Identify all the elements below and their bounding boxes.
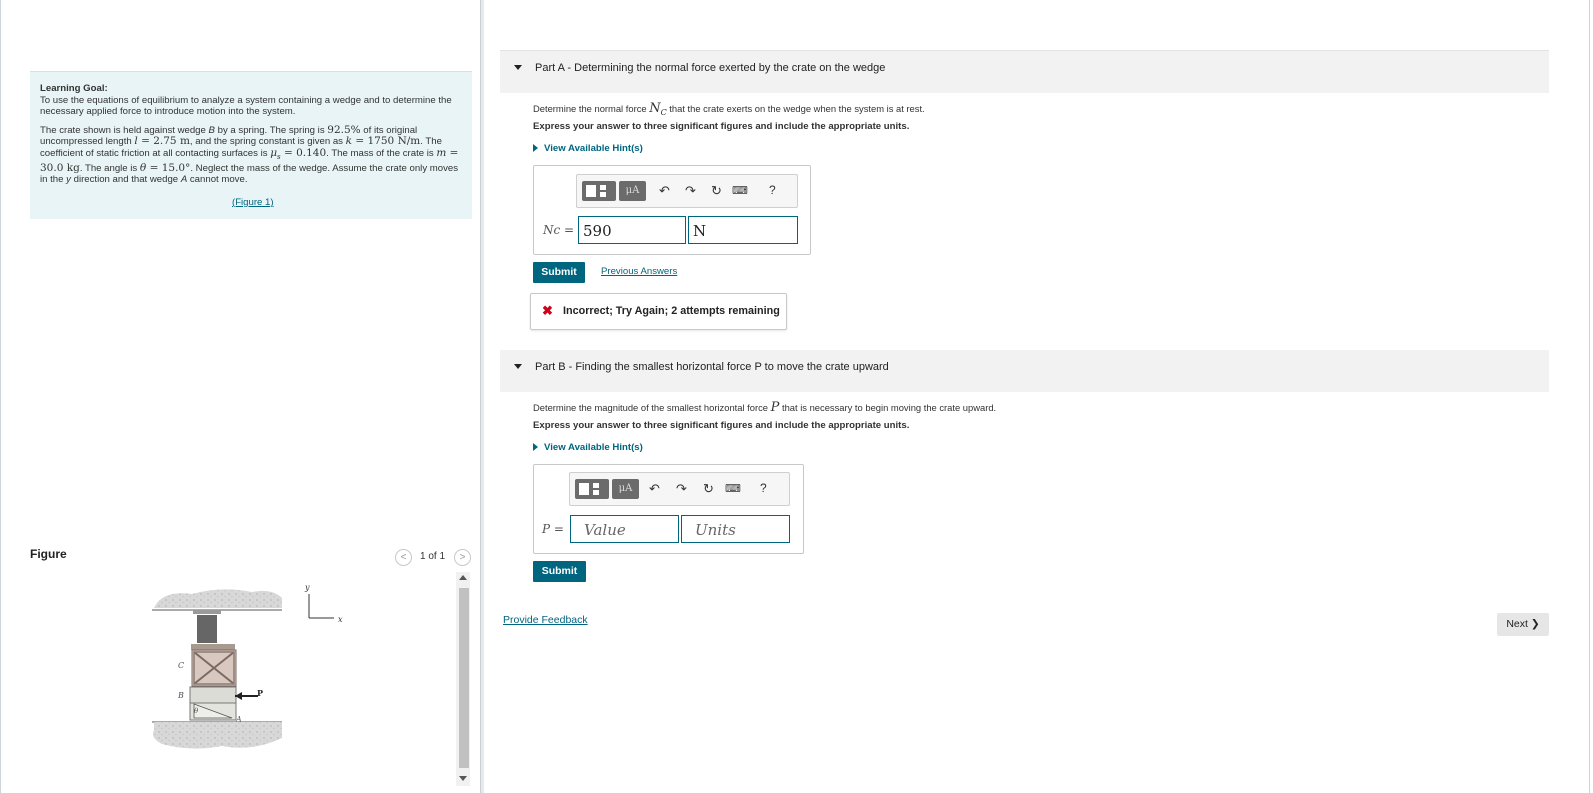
reset-icon[interactable]: ↻ [703, 481, 714, 497]
part-b-hints-link[interactable]: View Available Hint(s) [533, 442, 643, 453]
axis-y-label: y [304, 583, 310, 592]
figure-link[interactable]: (Figure 1) [232, 197, 274, 208]
templates-icon[interactable] [582, 181, 616, 201]
error-x-icon: ✖ [542, 303, 553, 318]
units-mu-icon[interactable]: μA [612, 479, 639, 499]
part-b-math-toolbar: μA ↶ ↷ ↻ ⌨ ? [569, 472, 790, 506]
units-mu-icon[interactable]: μA [619, 181, 646, 201]
part-b-title: Part B - Finding the smallest horizontal… [535, 361, 889, 373]
chevron-left-icon: < [400, 552, 407, 563]
part-a-units-input[interactable]: N [688, 216, 798, 244]
learning-goal-title: Learning Goal: [40, 83, 108, 94]
keyboard-icon[interactable]: ⌨ [725, 482, 741, 495]
templates-icon[interactable] [575, 479, 609, 499]
provide-feedback-link[interactable]: Provide Feedback [503, 614, 588, 626]
part-b-submit-button[interactable]: Submit [533, 561, 586, 582]
next-button[interactable]: Next ❯ [1497, 613, 1549, 636]
redo-icon[interactable]: ↷ [676, 481, 687, 497]
figure-pager: 1 of 1 [420, 551, 446, 562]
part-a-math-toolbar: μA ↶ ↷ ↻ ⌨ ? [576, 174, 798, 208]
collapse-caret-icon[interactable] [514, 364, 522, 369]
scroll-up-arrow[interactable] [459, 575, 467, 580]
learning-goal-text: To use the equations of equilibrium to a… [40, 94, 452, 118]
pane-divider[interactable] [480, 0, 484, 793]
collapse-caret-icon[interactable] [514, 65, 522, 70]
part-a-instruction: Express your answer to three significant… [533, 121, 910, 132]
part-b-units-input[interactable]: Units [681, 515, 790, 543]
problem-statement: The crate shown is held against wedge B … [40, 123, 459, 186]
axis-x-label: x [338, 615, 343, 624]
part-a-hints-link[interactable]: View Available Hint(s) [533, 143, 643, 154]
previous-answers-link[interactable]: Previous Answers [601, 266, 677, 277]
undo-icon[interactable]: ↶ [649, 481, 660, 497]
part-b-value-input[interactable]: Value [570, 515, 679, 543]
part-a-question: Determine the normal force NC that the c… [533, 101, 925, 117]
label-b: B [177, 691, 184, 700]
spring [197, 615, 217, 643]
figure-label: Figure [30, 547, 67, 561]
scrollbar-thumb[interactable] [459, 588, 469, 768]
next-figure-button[interactable]: > [454, 549, 471, 566]
part-a-submit-button[interactable]: Submit [533, 262, 585, 283]
label-a: A [235, 715, 242, 724]
help-icon[interactable]: ? [760, 481, 767, 495]
wedge-b [189, 686, 237, 704]
help-icon[interactable]: ? [769, 183, 776, 197]
floor-ground [153, 722, 282, 749]
keyboard-icon[interactable]: ⌨ [732, 184, 748, 197]
wedge-crate-figure: y x C B P A θ [152, 583, 343, 749]
part-a-variable-label: Nc = [543, 223, 575, 237]
expand-triangle-icon [533, 443, 538, 451]
left-border [0, 0, 1, 793]
part-a-value-input[interactable]: 590 [578, 216, 686, 244]
ceiling-ground [154, 589, 282, 608]
feedback-message: Incorrect; Try Again; 2 attempts remaini… [563, 305, 780, 317]
part-b-variable-label: P = [542, 522, 564, 536]
reset-icon[interactable]: ↻ [711, 183, 722, 199]
right-border [1589, 0, 1590, 793]
scroll-down-arrow[interactable] [459, 776, 467, 781]
prev-figure-button[interactable]: < [395, 549, 412, 566]
redo-icon[interactable]: ↷ [685, 183, 696, 199]
part-b-instruction: Express your answer to three significant… [533, 420, 910, 431]
part-b-question: Determine the magnitude of the smallest … [533, 400, 997, 415]
label-p: P [257, 688, 263, 698]
part-a-title: Part A - Determining the normal force ex… [535, 62, 886, 74]
expand-triangle-icon [533, 144, 538, 152]
label-c: C [178, 661, 184, 670]
part-a-feedback: ✖ Incorrect; Try Again; 2 attempts remai… [530, 293, 787, 330]
undo-icon[interactable]: ↶ [659, 183, 670, 199]
chevron-right-icon: > [459, 552, 466, 563]
